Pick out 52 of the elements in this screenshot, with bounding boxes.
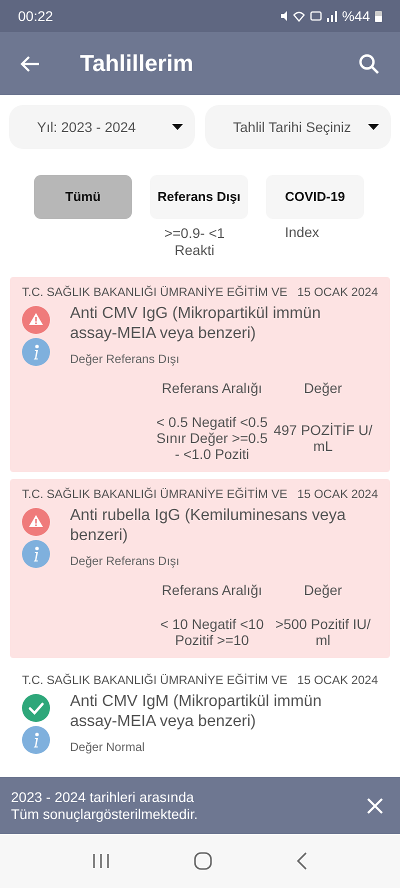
- recent-apps-icon[interactable]: [92, 853, 110, 869]
- institution-name: T.C. SAĞLIK BAKANLIĞI ÜMRANİYE EĞİTİM VE: [22, 672, 288, 689]
- reference-range: >=0.9- <1 Reakti: [163, 225, 226, 260]
- battery-level: %44: [342, 6, 370, 26]
- close-icon[interactable]: [367, 798, 383, 814]
- checkmark-icon: [22, 694, 50, 722]
- institution-name: T.C. SAĞLIK BAKANLIĞI ÜMRANİYE EĞİTİM VE: [22, 486, 288, 503]
- dropdown[interactable]: Yıl: 2023 - 2024: [9, 105, 195, 149]
- info-icon[interactable]: [22, 540, 50, 568]
- filter-tab[interactable]: Tümü: [34, 175, 132, 219]
- hd-icon: [310, 11, 322, 21]
- status-text: Değer Normal: [70, 739, 146, 756]
- column-header: Değer: [302, 582, 344, 598]
- info-icon[interactable]: [22, 726, 50, 754]
- clock: 00:22: [18, 6, 54, 26]
- wifi-icon: [292, 10, 305, 22]
- filter-tab[interactable]: Referans Dışı: [150, 175, 248, 219]
- warning-icon: [22, 306, 50, 334]
- institution-name: T.C. SAĞLIK BAKANLIĞI ÜMRANİYE EĞİTİM VE: [22, 284, 288, 301]
- result-value: 497 POZİTİF U/ mL: [272, 422, 374, 454]
- snackbar-message: 2023 - 2024 tarihleri arasında Tüm sonuçlargösterilmektedir.: [11, 788, 199, 822]
- home-icon[interactable]: [194, 852, 212, 870]
- screen-title: Tahlillerim: [80, 49, 194, 78]
- signal-icon: [326, 10, 337, 22]
- caret-icon: [172, 124, 183, 130]
- back-icon[interactable]: [296, 852, 308, 870]
- column-header: Değer: [302, 380, 344, 396]
- mute-icon: [280, 10, 288, 22]
- reference-range: < 0.5 Negatif <0.5 Sınır Değer >=0.5 - <1.0 Poziti: [156, 414, 268, 462]
- filter-tab[interactable]: COVID-19: [266, 175, 364, 219]
- status-text: Değer Referans Dışı: [70, 553, 180, 570]
- column-header: Referans Aralığı: [160, 380, 264, 396]
- result-date: 15 OCAK 2024: [297, 284, 378, 301]
- result-value: >500 Pozitif IU/ ml: [274, 616, 372, 648]
- caret-icon: [368, 124, 379, 130]
- reference-range: < 10 Negatif <10 Pozitif >=10: [159, 616, 265, 648]
- battery-icon: [375, 10, 382, 22]
- result-date: 15 OCAK 2024: [297, 672, 378, 689]
- result-value: Index: [284, 224, 320, 242]
- result-card[interactable]: T.C. SAĞLIK BAKANLIĞI ÜMRANİYE EĞİTİM VE 15 OCAK 2024 Anti rubella IgG (Kemiluminesans veya benzeri) Değer Referans Dışı Referans Aralığı Değer < 10 Negatif <10 Pozitif >=10 >500 Pozitif IU/ ml: [10, 479, 390, 658]
- status-text: Değer Referans Dışı: [70, 351, 180, 368]
- test-name: Anti rubella IgG (Kemiluminesans veya benzeri): [70, 506, 347, 546]
- column-header: Referans Aralığı: [160, 582, 264, 598]
- warning-icon: [22, 508, 50, 536]
- test-name: Anti CMV IgM (Mikropartikül immün assay-MEIA veya benzeri): [70, 692, 323, 732]
- test-name: Anti CMV IgG (Mikropartikül immün assay-MEIA veya benzeri): [70, 304, 322, 344]
- result-date: 15 OCAK 2024: [297, 486, 378, 503]
- back-arrow-icon[interactable]: [20, 54, 40, 72]
- search-icon[interactable]: [358, 52, 380, 74]
- dropdown[interactable]: Tahlil Tarihi Seçiniz: [205, 105, 391, 149]
- result-card[interactable]: [10, 277, 390, 472]
- info-icon[interactable]: [22, 338, 50, 366]
